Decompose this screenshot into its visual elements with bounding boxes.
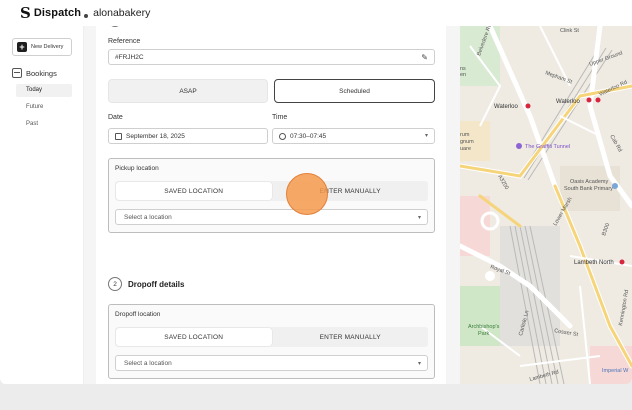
dropoff-step-title: Dropoff details [128,280,185,289]
dropoff-location-tabs: SAVED LOCATION ENTER MANUALLY [115,327,428,347]
booking-form-panel[interactable]: Reference #FRJH2C ✎ ASAP Scheduled Date … [84,26,460,384]
map-label-clink: Clink St [560,28,579,34]
map-label-archbishops-1: Archbishop's [468,324,500,330]
dropoff-location-placeholder: Select a location [124,359,172,367]
time-value: 07:30–07:45 [290,132,327,140]
dropoff-location-title: Dropoff location [115,311,161,318]
bookings-icon [12,68,22,78]
sidebar-item-bookings[interactable]: Bookings [12,68,57,78]
timing-asap-button[interactable]: ASAP [108,79,268,103]
pickup-location-select[interactable]: Select a location ▾ [115,209,428,225]
edit-pencil-icon[interactable]: ✎ [421,53,428,62]
reference-input[interactable]: #FRJH2C ✎ [108,49,435,65]
date-value: September 18, 2025 [126,132,185,140]
calendar-icon [115,132,122,140]
top-header: S Dispatch alonabakery [0,0,460,26]
tab-dropoff-enter-manually[interactable]: ENTER MANUALLY [273,327,429,347]
chevron-down-icon: ▾ [417,361,421,367]
sidebar-item-today[interactable]: Today [16,84,72,97]
clock-icon [279,132,286,140]
pickup-details-card: Reference #FRJH2C ✎ ASAP Scheduled Date … [96,26,446,268]
click-indicator [286,173,328,215]
route-map[interactable]: Clink St Belvedere Rd Upper Ground Mepha… [460,26,632,384]
sidebar-item-future[interactable]: Future [16,101,72,114]
underground-icon [586,97,592,103]
map-label-oasis-2: South Bank Primary [564,186,613,192]
map-canvas: Clink St Belvedere Rd Upper Ground Mepha… [460,26,632,384]
brand-dot-icon [84,14,89,18]
map-label-imperial: Imperial W [602,368,629,374]
tab-pickup-saved-location[interactable]: SAVED LOCATION [116,182,272,200]
time-select[interactable]: 07:30–07:45 ▾ [272,128,435,144]
underground-icon [525,103,531,109]
reference-value: #FRJH2C [115,53,144,61]
chevron-down-icon: ▾ [424,133,428,139]
bookings-label: Bookings [26,68,57,78]
new-delivery-button[interactable]: + New Delivery [12,38,72,56]
dropoff-step-circle: 2 [108,277,122,291]
map-label-oasis-1: Oasis Academy [570,179,608,185]
dropoff-location-box: Dropoff location SAVED LOCATION ENTER MA… [108,304,435,379]
plus-icon: + [17,42,27,52]
map-label-waterloo-b: Waterloo [556,99,580,105]
timing-scheduled-button[interactable]: Scheduled [274,79,435,103]
pickup-location-tabs: SAVED LOCATION ENTER MANUALLY [115,181,428,201]
organization-name: alonabakery [93,7,151,19]
chevron-down-icon: ▾ [417,215,421,221]
dropoff-location-select[interactable]: Select a location ▾ [115,355,428,371]
dispatch-logo-icon: S [20,3,31,22]
map-label-edge-3: uare [460,146,471,152]
pickup-location-title: Pickup location [115,165,159,172]
rail-icon [595,97,601,103]
dropoff-details-card: 2 Dropoff details Dropoff location SAVED… [96,262,446,384]
reference-label: Reference [108,38,141,45]
poi-icon [516,143,522,149]
map-label-waterloo-a: Waterloo [494,104,518,110]
underground-icon [619,259,625,265]
new-delivery-label: New Delivery [31,44,64,50]
app-window: S Dispatch alonabakery + New Delivery Bo… [0,0,632,384]
pickup-location-box: Pickup location SAVED LOCATION ENTER MAN… [108,158,435,233]
sidebar-item-past[interactable]: Past [16,118,72,131]
pickup-step-circle [108,26,122,27]
sidebar: + New Delivery Bookings Today Future Pas… [0,26,84,384]
brand-logo[interactable]: S Dispatch [20,3,89,22]
tab-dropoff-saved-location[interactable]: SAVED LOCATION [116,328,272,346]
map-label-archbishops-2: Park [478,331,490,337]
map-label-graffiti: The Graffiti Tunnel [525,144,570,150]
map-label-edge-5: en [460,72,466,78]
map-label-edge-1: rum [460,132,470,138]
map-label-edge-2: gnum [460,139,474,145]
pickup-location-placeholder: Select a location [124,213,172,221]
school-icon [612,183,618,189]
date-label: Date [108,114,123,121]
date-picker[interactable]: September 18, 2025 [108,128,268,144]
time-label: Time [272,114,288,121]
map-label-lambeth-north: Lambeth North [574,260,614,266]
brand-name: Dispatch [33,7,82,19]
